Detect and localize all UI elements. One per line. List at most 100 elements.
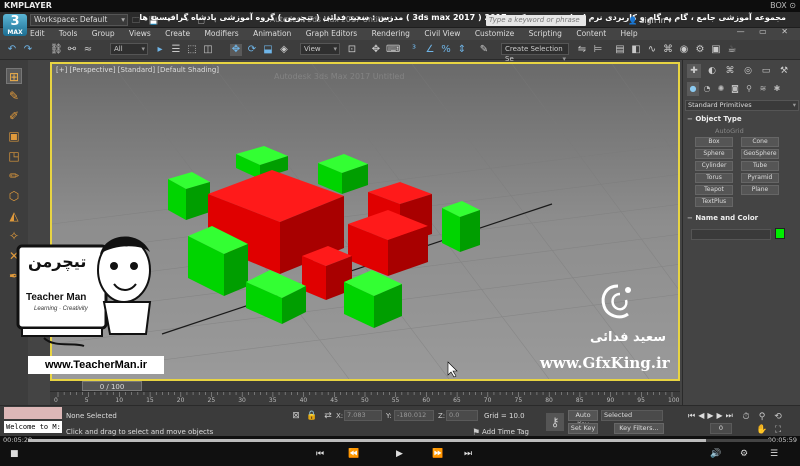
player-stop-icon[interactable]: ■ bbox=[10, 449, 19, 459]
z-coordinate[interactable]: 0.0 bbox=[446, 410, 478, 421]
set-key-button[interactable]: Set Key bbox=[568, 423, 598, 434]
menu-scripting[interactable]: Scripting bbox=[529, 29, 562, 38]
player-top-right[interactable]: BOX ⊙ bbox=[770, 0, 796, 12]
key-filters-button[interactable]: Key Filters... bbox=[614, 423, 664, 434]
current-frame-field[interactable]: 0 bbox=[710, 423, 732, 434]
placement-icon[interactable]: ◈ bbox=[278, 44, 290, 56]
torus-button[interactable]: Torus bbox=[695, 173, 733, 183]
hierarchy-tab-icon[interactable]: ⌘ bbox=[723, 64, 737, 78]
time-slider[interactable]: 0 / 100 bbox=[82, 381, 142, 391]
window-crossing-icon[interactable]: ◫ bbox=[202, 44, 214, 56]
name-color-rollout[interactable]: Name and Color bbox=[687, 214, 797, 222]
shapes-icon[interactable]: ◔ bbox=[701, 82, 713, 96]
autogrid-checkbox[interactable]: AutoGrid bbox=[715, 127, 744, 135]
box-button[interactable]: Box bbox=[695, 137, 733, 147]
display-tab-icon[interactable]: ▭ bbox=[759, 64, 773, 78]
geometry-icon[interactable]: ● bbox=[687, 82, 699, 96]
menu-modifiers[interactable]: Modifiers bbox=[204, 29, 238, 38]
cone-button[interactable]: Cone bbox=[741, 137, 779, 147]
lights-icon[interactable]: ✺ bbox=[715, 82, 727, 96]
menu-group[interactable]: Group bbox=[92, 29, 115, 38]
snaps-toggle-icon[interactable]: ³ bbox=[408, 44, 420, 56]
viewport-label[interactable]: [+] [Perspective] [Standard] [Default Sh… bbox=[56, 66, 219, 74]
create-tab-icon[interactable]: ✚ bbox=[687, 64, 701, 78]
undo-icon[interactable]: ↶ bbox=[6, 44, 18, 56]
bind-spacewarp-icon[interactable]: ≈ bbox=[82, 44, 94, 56]
keyboard-shortcut-icon[interactable]: ⌨ bbox=[386, 44, 400, 56]
maximize-viewport-icon[interactable]: ⛶ bbox=[772, 424, 784, 436]
geosphere-button[interactable]: GeoSphere bbox=[741, 149, 779, 159]
player-forward-icon[interactable]: ⏩ bbox=[432, 449, 443, 459]
pyramid-button[interactable]: Pyramid bbox=[741, 173, 779, 183]
pivot-center-icon[interactable]: ⊡ bbox=[346, 44, 358, 56]
player-playlist-icon[interactable]: ☰ bbox=[770, 449, 778, 459]
helpers-icon[interactable]: ⚲ bbox=[743, 82, 755, 96]
y-coordinate[interactable]: -180.012 bbox=[394, 410, 434, 421]
window-controls[interactable]: — ▭ ✕ bbox=[737, 27, 794, 36]
spacewarps-icon[interactable]: ≋ bbox=[757, 82, 769, 96]
spinner-snap-icon[interactable]: ⇕ bbox=[456, 44, 468, 56]
unlink-icon[interactable]: ⚯ bbox=[66, 44, 78, 56]
sphere-button[interactable]: Sphere bbox=[695, 149, 733, 159]
tube-button[interactable]: Tube bbox=[741, 161, 779, 171]
add-time-tag[interactable]: Add Time Tag bbox=[482, 428, 529, 436]
textplus-button[interactable]: TextPlus bbox=[695, 197, 733, 207]
maxscript-listener[interactable] bbox=[4, 407, 62, 419]
mirror-icon[interactable]: ⇋ bbox=[576, 44, 588, 56]
link-icon[interactable]: ⛓ bbox=[50, 44, 63, 56]
track-bar[interactable]: 0 5 10 15 20 25 30 35 40 45 50 55 60 65 70 75 80 85 90 95 10… bbox=[50, 391, 680, 405]
menu-customize[interactable]: Customize bbox=[475, 29, 514, 38]
player-prev-icon[interactable]: ⏮ bbox=[316, 449, 324, 459]
schematic-view-icon[interactable]: ⌘ bbox=[662, 44, 674, 56]
menu-rendering[interactable]: Rendering bbox=[372, 29, 410, 38]
x-coordinate[interactable]: 7.083 bbox=[344, 410, 382, 421]
modify-tab-icon[interactable]: ◐ bbox=[705, 64, 719, 78]
select-by-name-icon[interactable]: ☰ bbox=[170, 44, 182, 56]
player-next-icon[interactable]: ⏭ bbox=[464, 449, 472, 459]
cameras-icon[interactable]: ◙ bbox=[729, 82, 741, 96]
player-seek-bar[interactable] bbox=[28, 439, 770, 442]
curve-editor-icon[interactable]: ∿ bbox=[646, 44, 658, 56]
plane-button[interactable]: Plane bbox=[741, 185, 779, 195]
player-play-icon[interactable]: ▶ bbox=[396, 449, 403, 459]
box-tool-icon[interactable]: ▣ bbox=[6, 128, 22, 144]
search-input[interactable]: Type a keyword or phrase bbox=[486, 15, 586, 26]
player-volume-icon[interactable]: 🔊 bbox=[710, 449, 721, 459]
menu-civil-view[interactable]: Civil View bbox=[424, 29, 460, 38]
named-selection-dropdown[interactable]: Create Selection Se bbox=[501, 43, 569, 64]
select-rotate-icon[interactable]: ⟳ bbox=[246, 44, 258, 56]
edit-poly-icon[interactable]: ◳ bbox=[6, 148, 22, 164]
rectangular-selection-icon[interactable]: ⬚ bbox=[186, 44, 198, 56]
teapot-button[interactable]: Teapot bbox=[695, 185, 733, 195]
player-settings-icon[interactable]: ⚙ bbox=[740, 449, 748, 459]
menu-graph-editors[interactable]: Graph Editors bbox=[306, 29, 358, 38]
time-config-icon[interactable]: ⏱ bbox=[740, 411, 752, 423]
render-production-icon[interactable]: ☕ bbox=[726, 44, 738, 56]
redo-icon[interactable]: ↷ bbox=[22, 44, 34, 56]
brush-tool-icon[interactable]: ✏ bbox=[6, 168, 22, 184]
auto-key-button[interactable]: Auto Key bbox=[568, 410, 598, 428]
menu-animation[interactable]: Animation bbox=[253, 29, 291, 38]
utilities-tab-icon[interactable]: ⚒ bbox=[777, 64, 791, 78]
menu-edit[interactable]: Edit bbox=[30, 29, 45, 38]
sign-in-button[interactable]: 👤 Sign In ▾ bbox=[628, 16, 672, 25]
angle-snap-icon[interactable]: ∠ bbox=[424, 44, 436, 56]
paint-select-icon[interactable]: ✐ bbox=[6, 108, 22, 124]
menu-views[interactable]: Views bbox=[129, 29, 151, 38]
menu-help[interactable]: Help bbox=[621, 29, 638, 38]
absolute-mode-icon[interactable]: ⇄ bbox=[322, 410, 334, 422]
graphite-toggle-icon[interactable]: ⊞ bbox=[6, 68, 22, 84]
modeling-icon[interactable]: ⬡ bbox=[6, 188, 22, 204]
player-rewind-icon[interactable]: ⏪ bbox=[348, 449, 359, 459]
cylinder-button[interactable]: Cylinder bbox=[695, 161, 733, 171]
set-key-icon[interactable]: ⚷ bbox=[546, 413, 564, 431]
scene-explorer-icon[interactable]: ▤ bbox=[614, 44, 626, 56]
pan-icon[interactable]: ✋ bbox=[756, 424, 768, 436]
menu-create[interactable]: Create bbox=[165, 29, 190, 38]
geometry-tool-icon[interactable]: ◭ bbox=[6, 208, 22, 224]
reference-coordinate-dropdown[interactable]: View bbox=[300, 43, 340, 55]
select-object-icon[interactable]: ▸ bbox=[154, 44, 166, 56]
app-logo[interactable]: 3 MAX bbox=[3, 14, 27, 36]
playback-controls[interactable]: ⏮◀▶▶⏭ bbox=[688, 411, 736, 421]
maxscript-mini-listener[interactable]: Welcome to M: bbox=[4, 421, 62, 433]
